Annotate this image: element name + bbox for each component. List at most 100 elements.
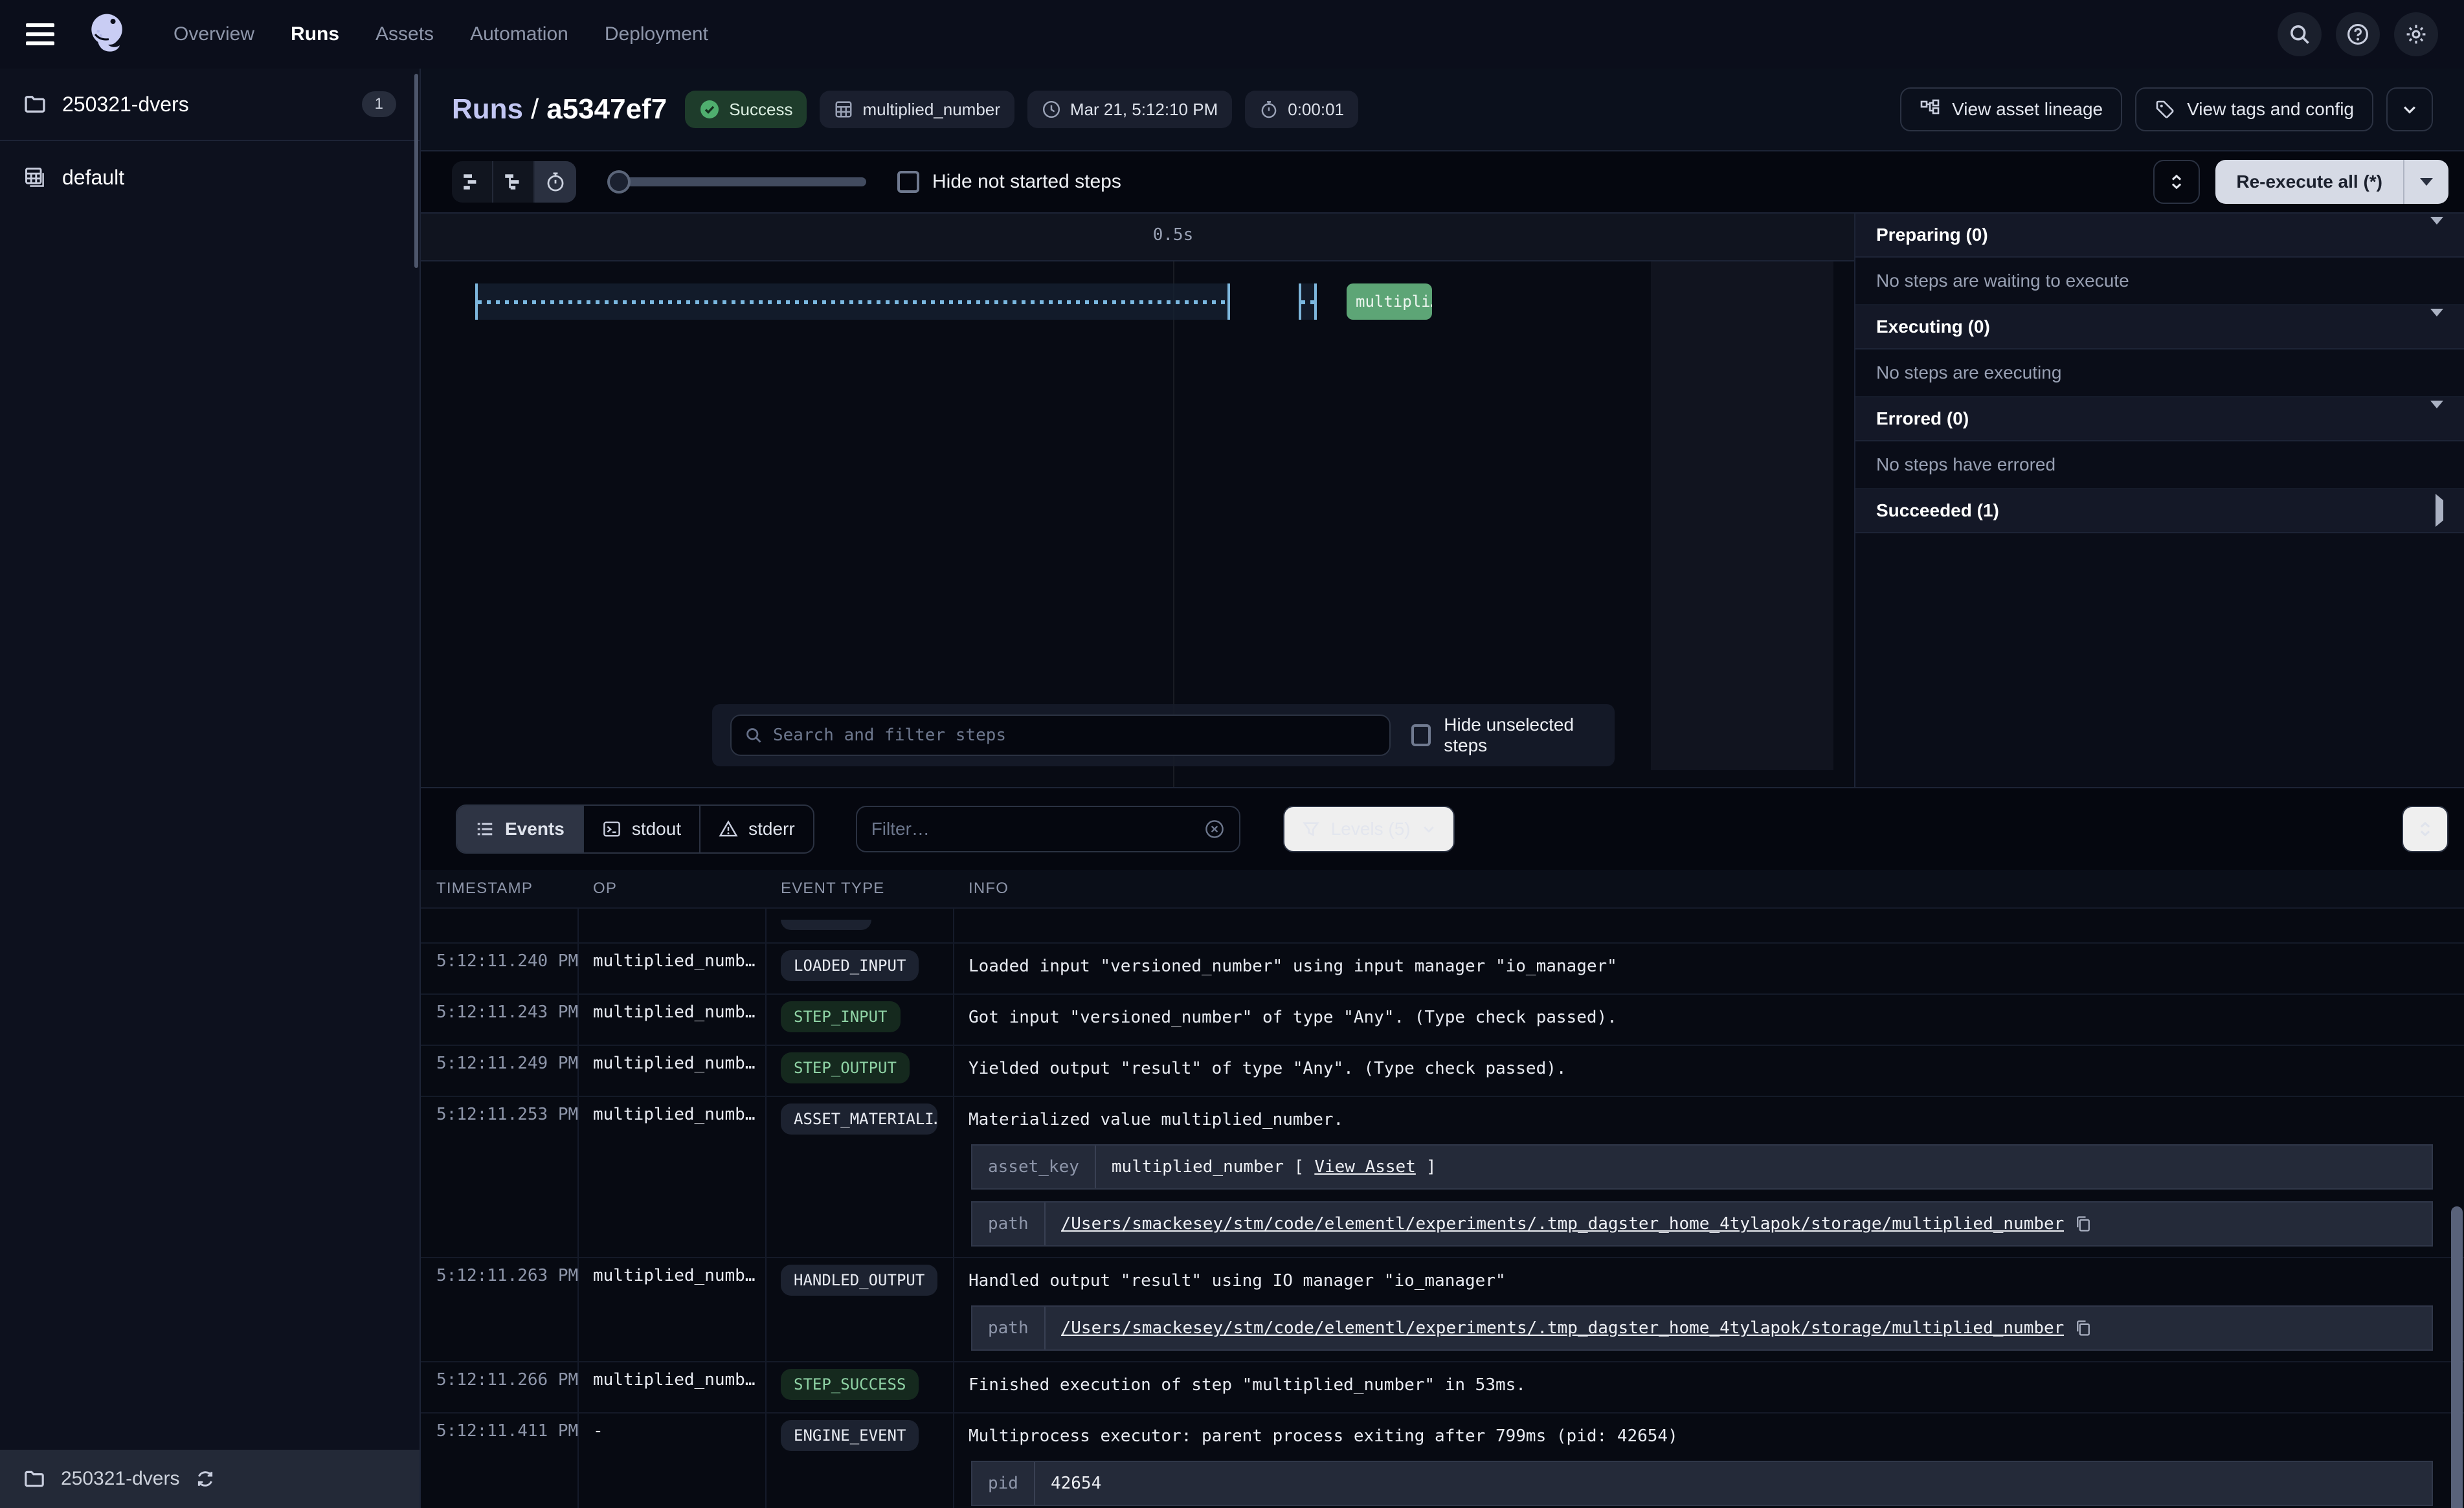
event-op: multiplied_number [577, 1258, 765, 1361]
start-time-tag: Mar 21, 5:12:10 PM [1027, 91, 1232, 128]
menu-icon[interactable] [26, 23, 54, 45]
event-timestamp: 5:12:11.249 PM [421, 1046, 577, 1096]
checkbox-icon[interactable] [1411, 724, 1431, 746]
tab-events[interactable]: Events [457, 806, 584, 852]
folder-icon [23, 93, 47, 116]
event-row[interactable]: 5:12:11.240 PM multiplied_number LOADED_… [421, 944, 2464, 995]
step-search-input[interactable]: Search and filter steps [730, 715, 1391, 756]
asset-tag[interactable]: multiplied_number [820, 91, 1014, 128]
code-location-label: 250321-dvers [61, 1468, 179, 1490]
event-type-badge: STEP_SUCCESS [781, 1369, 919, 1400]
updown-caret-icon [2416, 820, 2434, 838]
gantt-step-bar[interactable]: multipli… [1347, 283, 1432, 320]
copy-icon[interactable] [2074, 1319, 2092, 1337]
nav-link-assets[interactable]: Assets [375, 23, 434, 45]
sidebar-item-code-location[interactable]: 250321-dvers 1 [0, 69, 420, 141]
nav-link-runs[interactable]: Runs [291, 23, 339, 45]
gear-icon[interactable] [2394, 12, 2438, 56]
section-chevron-icon[interactable] [2430, 316, 2443, 337]
breadcrumb-runs-link[interactable]: Runs [452, 93, 523, 125]
gantt-waiting-span-small [1299, 283, 1317, 320]
section-chevron-icon[interactable] [2436, 500, 2443, 521]
event-op: multiplied_number [577, 1097, 765, 1257]
section-chevron-icon[interactable] [2430, 225, 2443, 245]
view-asset-link[interactable]: View Asset [1314, 1157, 1416, 1177]
col-event-type: EVENT TYPE [765, 880, 953, 898]
nav-link-overview[interactable]: Overview [174, 23, 254, 45]
tab-stdout[interactable]: stdout [584, 806, 700, 852]
search-icon[interactable] [2278, 12, 2322, 56]
storage-path-link[interactable]: /Users/smackesey/stm/code/elementl/exper… [1061, 1318, 2065, 1338]
step-status-panel: Preparing (0) No steps are waiting to ex… [1854, 214, 2464, 787]
gantt-view-mode-group [452, 161, 576, 203]
event-op: multiplied_number [577, 944, 765, 993]
event-info-text: Handled output "result" using IO manager… [969, 1266, 2433, 1294]
copy-icon[interactable] [2074, 1215, 2092, 1233]
event-metadata-entry: asset_keymultiplied_number [View Asset] [971, 1144, 2433, 1190]
lineage-icon [1920, 99, 1940, 120]
section-chevron-icon[interactable] [2430, 408, 2443, 429]
view-asset-lineage-button[interactable]: View asset lineage [1900, 87, 2122, 131]
terminal-icon [602, 819, 622, 839]
status-section-header[interactable]: Preparing (0) [1855, 214, 2464, 258]
dagster-run-page: Overview Runs Assets Automation Deployment 2… [0, 0, 2464, 1508]
status-section-body: No steps are waiting to execute [1855, 258, 2464, 305]
events-toolbar: Events stdout stderr Filter… Levels (5) [421, 788, 2464, 870]
refresh-icon[interactable] [195, 1469, 216, 1489]
event-row[interactable]: 5:12:11.411 PM - ENGINE_EVENT Multiproce… [421, 1414, 2464, 1508]
nav-links: Overview Runs Assets Automation Deployment [174, 23, 708, 45]
clear-filter-icon[interactable] [1204, 819, 1225, 839]
event-row[interactable] [421, 909, 2464, 944]
expand-panel-button[interactable] [2153, 160, 2200, 204]
event-log-table[interactable]: TIMESTAMP OP EVENT TYPE INFO 5:12:11.240… [421, 870, 2464, 1508]
sidebar-item-default-group[interactable]: default [0, 141, 420, 214]
gantt-zoom-slider[interactable] [607, 170, 866, 194]
status-section-header[interactable]: Executing (0) [1855, 305, 2464, 349]
view-tags-config-button[interactable]: View tags and config [2135, 87, 2373, 131]
tag-icon [2155, 99, 2175, 120]
slider-track[interactable] [625, 177, 866, 186]
event-info-text: Multiprocess executor: parent process ex… [969, 1421, 2433, 1449]
status-section-title: Executing (0) [1876, 316, 1990, 337]
sidebar-item-label: default [62, 166, 124, 190]
event-type-badge: STEP_OUTPUT [781, 1052, 910, 1083]
expand-logs-button[interactable] [2402, 806, 2448, 852]
asset-group-icon [23, 166, 47, 189]
event-log-rows: 5:12:11.240 PM multiplied_number LOADED_… [421, 909, 2464, 1508]
status-section-header[interactable]: Succeeded (1) [1855, 489, 2464, 533]
gantt-time-axis: 0.5s [421, 214, 1854, 261]
updown-caret-icon [2167, 173, 2186, 191]
storage-path-link[interactable]: /Users/smackesey/stm/code/elementl/exper… [1061, 1214, 2065, 1234]
slider-knob[interactable] [607, 170, 631, 194]
run-actions-menu-button[interactable] [2386, 87, 2433, 131]
code-location-status[interactable]: 250321-dvers [0, 1450, 420, 1508]
run-id: a5347ef7 [546, 93, 667, 125]
reexecute-dropdown-caret[interactable] [2403, 160, 2448, 204]
event-row[interactable]: 5:12:11.253 PM multiplied_number ASSET_M… [421, 1097, 2464, 1258]
hide-unselected-checkbox[interactable]: Hide unselected steps [1411, 715, 1596, 756]
metadata-value: /Users/smackesey/stm/code/elementl/exper… [1046, 1307, 2109, 1349]
waterfall-view-icon[interactable] [493, 161, 535, 203]
event-row[interactable]: 5:12:11.266 PM multiplied_number STEP_SU… [421, 1362, 2464, 1414]
tab-stderr[interactable]: stderr [700, 806, 813, 852]
event-row[interactable]: 5:12:11.249 PM multiplied_number STEP_OU… [421, 1046, 2464, 1097]
nav-link-deployment[interactable]: Deployment [605, 23, 708, 45]
nav-link-automation[interactable]: Automation [470, 23, 568, 45]
gantt-chart-body[interactable]: multipli… Search and filter steps Hide u… [421, 261, 1854, 787]
event-row[interactable]: 5:12:11.243 PM multiplied_number STEP_IN… [421, 995, 2464, 1046]
levels-filter-button[interactable]: Levels (5) [1283, 806, 1455, 852]
gantt-search-bar: Search and filter steps Hide unselected … [712, 704, 1615, 766]
hide-not-started-checkbox[interactable]: Hide not started steps [897, 171, 1121, 193]
log-filter-input[interactable]: Filter… [856, 806, 1240, 852]
sidebar-scrollbar[interactable] [414, 74, 418, 268]
event-info-text: Yielded output "result" of type "Any". (… [969, 1054, 2433, 1081]
event-row[interactable]: 5:12:11.263 PM multiplied_number HANDLED… [421, 1258, 2464, 1362]
status-section-header[interactable]: Errored (0) [1855, 397, 2464, 441]
dagster-logo-icon[interactable] [83, 10, 132, 59]
events-scrollbar[interactable] [2451, 1206, 2463, 1508]
timed-view-icon[interactable] [535, 161, 576, 203]
help-icon[interactable] [2336, 12, 2380, 56]
checkbox-icon[interactable] [897, 171, 919, 193]
reexecute-all-button[interactable]: Re-execute all (*) [2215, 160, 2448, 204]
flat-view-icon[interactable] [452, 161, 493, 203]
